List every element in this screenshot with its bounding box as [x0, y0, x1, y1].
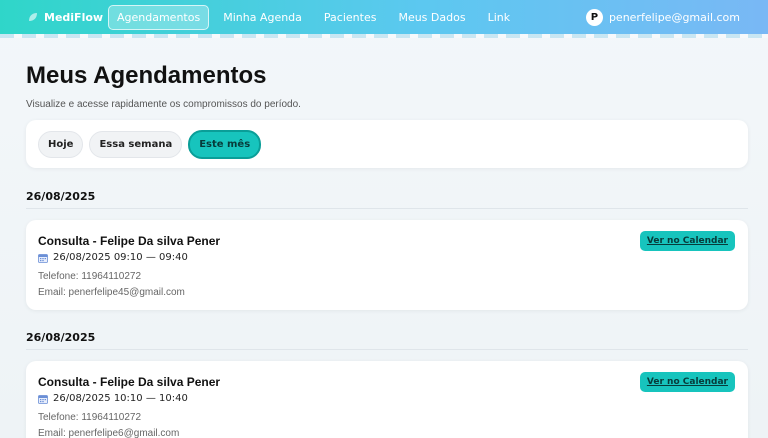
nav-links: Agendamentos Minha Agenda Pacientes Meus…	[108, 0, 524, 34]
date-group-header: 26/08/2025	[26, 331, 96, 344]
appointment-time-text: 26/08/2025 09:10 — 09:40	[53, 252, 188, 263]
calendar-icon	[38, 394, 48, 404]
divider	[26, 349, 748, 350]
brand[interactable]: MediFlow	[28, 0, 103, 34]
appointment-phone: Telefone: 11964110272	[38, 412, 142, 423]
appointment-title: Consulta - Felipe Da silva Pener	[38, 375, 221, 389]
appointment-email: Email: penerfelipe6@gmail.com	[38, 428, 180, 438]
filter-today-button[interactable]: Hoje	[38, 130, 84, 158]
nav-item-minha-agenda[interactable]: Minha Agenda	[215, 6, 310, 29]
divider	[26, 208, 748, 209]
period-filter-bar: Hoje Essa semana Este mês	[26, 120, 748, 168]
brand-name: MediFlow	[44, 10, 104, 24]
view-in-calendar-button[interactable]: Ver no Calendar	[639, 231, 735, 251]
date-group-header: 26/08/2025	[26, 190, 96, 203]
leaf-icon	[29, 13, 37, 21]
calendar-icon	[38, 253, 48, 263]
appointment-title: Consulta - Felipe Da silva Pener	[38, 234, 221, 248]
nav-item-link[interactable]: Link	[480, 6, 519, 29]
top-navbar: MediFlow Agendamentos Minha Agenda Pacie…	[0, 0, 768, 38]
user-email: penerfelipe@gmail.com	[608, 10, 740, 24]
appointment-card: Consulta - Felipe Da silva Pener 26/08/2…	[26, 361, 748, 438]
nav-item-agendamentos[interactable]: Agendamentos	[108, 4, 210, 30]
appointment-time: 26/08/2025 10:10 — 10:40	[38, 393, 188, 404]
user-menu[interactable]: P penerfelipe@gmail.com	[585, 0, 740, 34]
filter-month-button[interactable]: Este mês	[188, 129, 262, 159]
appointment-card: Consulta - Felipe Da silva Pener 26/08/2…	[26, 220, 748, 310]
page-title: Meus Agendamentos	[26, 62, 267, 89]
appointment-email: Email: penerfelipe45@gmail.com	[38, 287, 185, 298]
nav-item-pacientes[interactable]: Pacientes	[316, 6, 385, 29]
view-in-calendar-button[interactable]: Ver no Calendar	[639, 372, 735, 392]
filter-week-button[interactable]: Essa semana	[89, 130, 183, 158]
appointment-time: 26/08/2025 09:10 — 09:40	[38, 252, 188, 263]
appointment-phone: Telefone: 11964110272	[38, 271, 142, 282]
avatar[interactable]: P	[585, 8, 603, 26]
nav-item-meus-dados[interactable]: Meus Dados	[390, 6, 473, 29]
page-subtitle: Visualize e acesse rapidamente os compro…	[26, 99, 301, 110]
appointment-time-text: 26/08/2025 10:10 — 10:40	[53, 393, 188, 404]
